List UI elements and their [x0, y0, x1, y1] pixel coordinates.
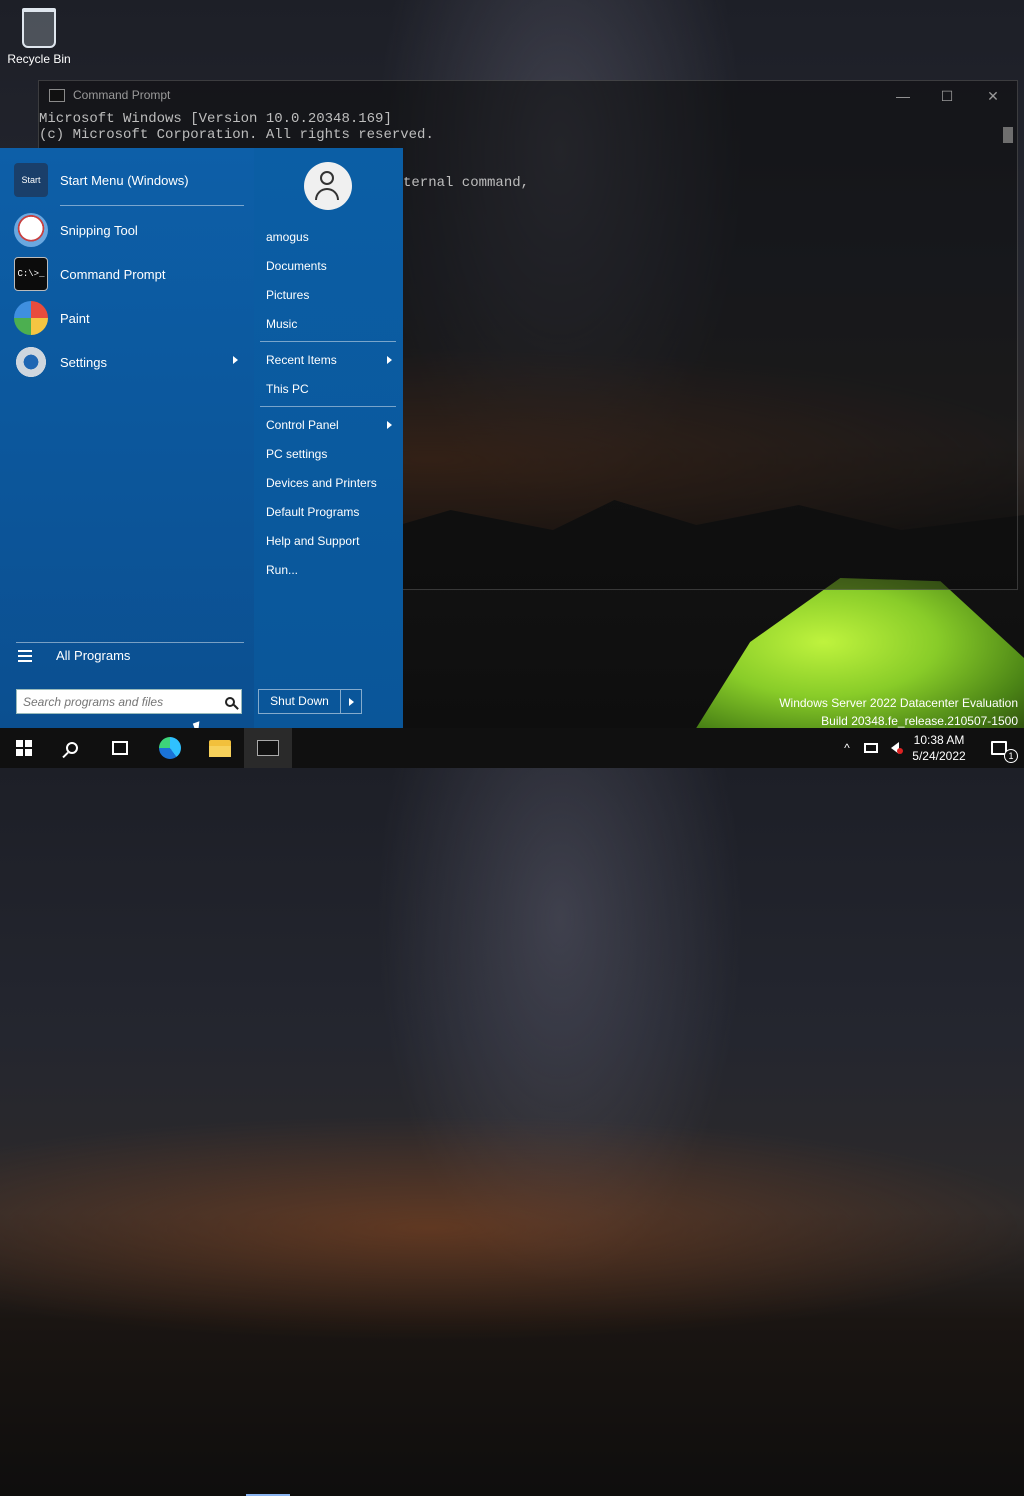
right-item-music[interactable]: Music [266, 313, 396, 335]
separator [260, 406, 396, 407]
notification-count-badge: 1 [1004, 749, 1018, 763]
command-prompt-icon [257, 740, 279, 756]
pinned-label: Paint [60, 310, 90, 326]
submenu-arrow-icon [387, 356, 392, 364]
command-prompt-icon: C:\>_ [14, 257, 48, 291]
right-item-recent-items[interactable]: Recent Items [266, 349, 396, 371]
action-center-button[interactable]: 1 [982, 728, 1018, 768]
clock-time: 10:38 AM [913, 733, 965, 747]
taskbar-edge-button[interactable] [146, 728, 194, 768]
separator [16, 642, 244, 643]
search-icon [66, 742, 78, 754]
list-icon [18, 649, 32, 662]
cmd-window-icon [49, 88, 65, 102]
start-button[interactable] [0, 728, 48, 768]
right-item-devices-printers[interactable]: Devices and Printers [266, 472, 396, 494]
clock-date: 5/24/2022 [912, 749, 966, 763]
start-search-box[interactable] [16, 689, 242, 714]
minimize-button[interactable]: — [883, 85, 923, 107]
all-programs-label: All Programs [56, 648, 131, 663]
pinned-label: Start Menu (Windows) [60, 172, 189, 188]
cmd-titlebar[interactable]: Command Prompt [39, 81, 1017, 109]
shut-down-button[interactable]: Shut Down [259, 690, 341, 713]
start-menu-right-pane: amogus Documents Pictures Music Recent I… [254, 148, 403, 728]
start-menu-left-pane: Start Start Menu (Windows) Snipping Tool… [0, 148, 254, 728]
taskbar: ^ 10:38 AM 5/24/2022 1 [0, 728, 1024, 1496]
cmd-output[interactable]: Microsoft Windows [Version 10.0.20348.16… [39, 109, 1017, 143]
recycle-bin-label: Recycle Bin [7, 52, 71, 66]
right-item-help-support[interactable]: Help and Support [266, 530, 396, 552]
pinned-label: Settings [60, 354, 107, 370]
all-programs-button[interactable]: All Programs [18, 648, 130, 663]
cmd-scrollbar[interactable] [1001, 111, 1015, 587]
cmd-scrollbar-thumb[interactable] [1003, 127, 1013, 143]
pinned-snipping-tool[interactable]: Snipping Tool [14, 210, 246, 250]
cmd-window-title: Command Prompt [73, 88, 171, 102]
start-search-input[interactable] [17, 693, 221, 710]
cmd-line-partial: ternal command, [403, 175, 530, 191]
separator [60, 205, 244, 206]
taskbar-file-explorer-button[interactable] [196, 728, 244, 768]
right-item-user[interactable]: amogus [266, 226, 396, 248]
snipping-tool-icon [14, 213, 48, 247]
taskbar-command-prompt-button[interactable] [244, 728, 292, 768]
gear-icon [14, 345, 48, 379]
task-view-button[interactable] [96, 728, 144, 768]
pinned-settings[interactable]: Settings [14, 342, 246, 382]
user-avatar-icon[interactable] [304, 162, 352, 210]
right-item-this-pc[interactable]: This PC [266, 378, 396, 400]
pinned-start-menu-windows[interactable]: Start Start Menu (Windows) [14, 160, 246, 200]
cmd-line: Microsoft Windows [Version 10.0.20348.16… [39, 111, 392, 127]
notification-icon: 1 [991, 741, 1018, 763]
recycle-bin-icon [22, 8, 56, 48]
volume-muted-icon[interactable] [884, 728, 906, 768]
show-hidden-icons-button[interactable]: ^ [838, 728, 856, 768]
windows-logo-icon [16, 740, 32, 756]
maximize-button[interactable]: ☐ [927, 85, 967, 107]
pinned-command-prompt[interactable]: C:\>_ Command Prompt [14, 254, 246, 294]
right-item-default-programs[interactable]: Default Programs [266, 501, 396, 523]
file-explorer-icon [209, 739, 231, 757]
close-button[interactable]: ✕ [973, 85, 1013, 107]
watermark-edition: Windows Server 2022 Datacenter Evaluatio… [779, 696, 1018, 710]
chevron-right-icon [349, 698, 354, 706]
submenu-arrow-icon [387, 421, 392, 429]
task-view-icon [112, 741, 128, 755]
cmd-line: (c) Microsoft Corporation. All rights re… [39, 127, 434, 143]
separator [260, 341, 396, 342]
pinned-label: Command Prompt [60, 266, 166, 282]
shut-down-options-button[interactable] [341, 690, 361, 713]
right-item-control-panel[interactable]: Control Panel [266, 414, 396, 436]
right-item-pictures[interactable]: Pictures [266, 284, 396, 306]
recycle-bin-desktop-icon[interactable]: Recycle Bin [6, 8, 72, 66]
shut-down-control: Shut Down [258, 689, 362, 714]
right-item-pc-settings[interactable]: PC settings [266, 443, 396, 465]
right-item-documents[interactable]: Documents [266, 255, 396, 277]
start-menu: Start Start Menu (Windows) Snipping Tool… [0, 148, 403, 728]
taskbar-clock[interactable]: 10:38 AM 5/24/2022 [904, 732, 974, 764]
os-watermark: Windows Server 2022 Datacenter Evaluatio… [779, 694, 1018, 730]
search-icon[interactable] [225, 696, 235, 707]
taskbar-search-button[interactable] [48, 728, 96, 768]
start-menu-icon: Start [14, 163, 48, 197]
right-item-run[interactable]: Run... [266, 559, 396, 581]
pinned-paint[interactable]: Paint [14, 298, 246, 338]
edge-browser-icon [159, 737, 181, 759]
paint-icon [14, 301, 48, 335]
submenu-arrow-icon [233, 356, 238, 364]
pinned-label: Snipping Tool [60, 222, 138, 238]
network-icon[interactable] [860, 728, 882, 768]
